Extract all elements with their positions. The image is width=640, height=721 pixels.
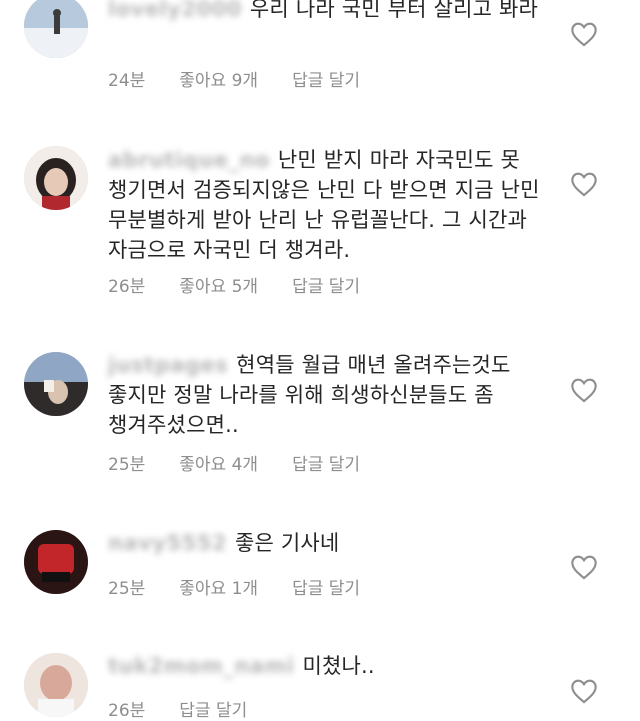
comment-likes[interactable]: 좋아요 4개 [179, 450, 258, 475]
avatar[interactable] [24, 530, 88, 594]
comment-text: 미쳤나.. [302, 654, 375, 678]
comment-username[interactable]: navy5552 [108, 528, 227, 558]
comment-text: 좋은 기사네 [234, 531, 340, 555]
comment-likes[interactable]: 좋아요 9개 [179, 66, 258, 91]
heart-outline-icon[interactable] [570, 377, 598, 403]
comment-username[interactable]: lovely2000 [108, 0, 242, 24]
comment-username[interactable]: abrutique_no [108, 145, 270, 175]
comment-time: 24분 [108, 71, 146, 91]
comment-time: 26분 [108, 277, 146, 297]
avatar[interactable] [24, 146, 88, 210]
heart-outline-icon[interactable] [570, 21, 598, 47]
comment-likes[interactable]: 좋아요 1개 [179, 574, 258, 599]
avatar[interactable] [24, 352, 88, 416]
comment-likes[interactable]: 좋아요 5개 [179, 272, 258, 297]
heart-outline-icon[interactable] [570, 678, 598, 704]
reply-button[interactable]: 답글 달기 [292, 272, 360, 297]
reply-button[interactable]: 답글 달기 [179, 696, 247, 721]
reply-button[interactable]: 답글 달기 [292, 450, 360, 475]
comment-username[interactable]: justpages [108, 350, 228, 380]
heart-outline-icon[interactable] [570, 171, 598, 197]
avatar[interactable] [24, 0, 88, 58]
comment-time: 25분 [108, 579, 146, 599]
comment-time: 25분 [108, 455, 146, 475]
comment-time: 26분 [108, 701, 146, 721]
comment-text: 우리 나라 국민 부터 살리고 봐라 [249, 0, 539, 21]
reply-button[interactable]: 답글 달기 [292, 574, 360, 599]
heart-outline-icon[interactable] [570, 554, 598, 580]
avatar[interactable] [24, 653, 88, 717]
reply-button[interactable]: 답글 달기 [292, 66, 360, 91]
comment-username[interactable]: tuk2mom_nami [108, 651, 294, 681]
